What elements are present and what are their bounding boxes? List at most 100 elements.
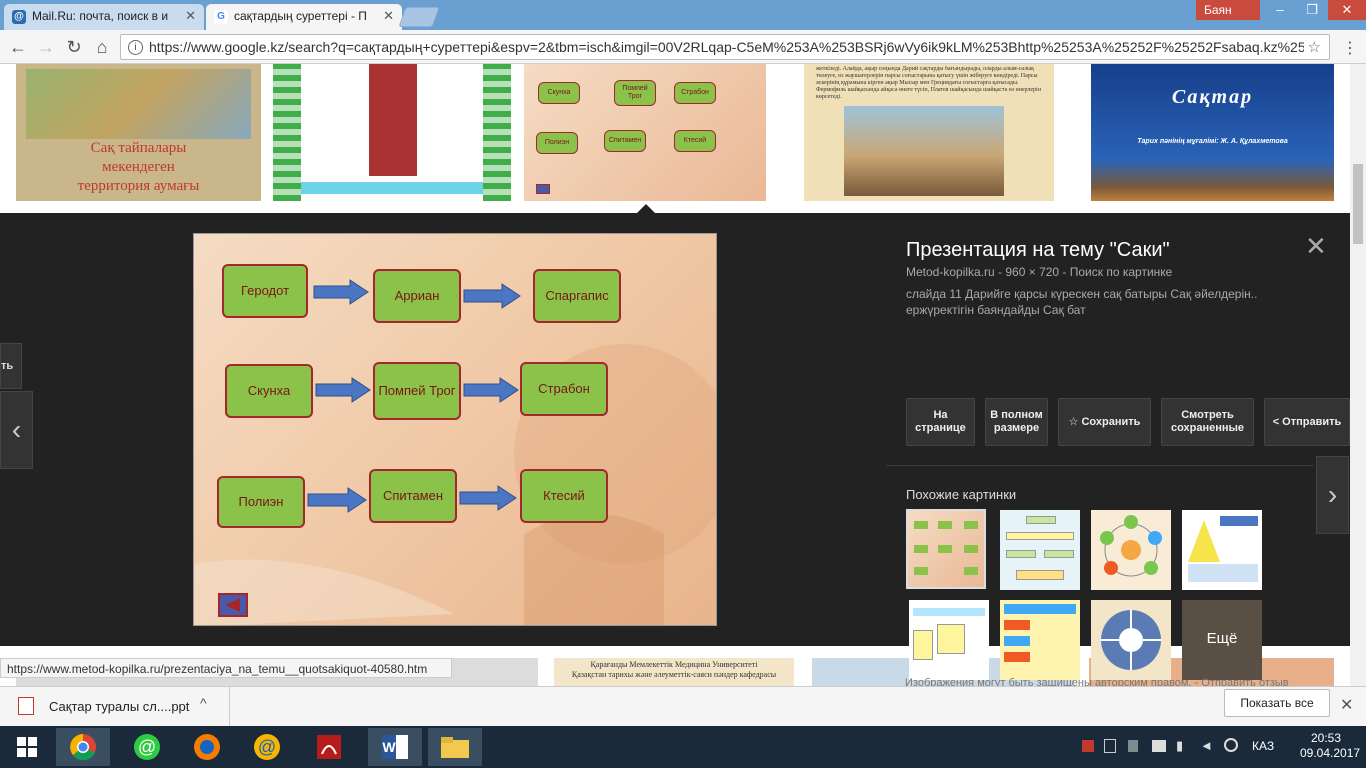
- bookmark-star-icon[interactable]: ☆: [1303, 38, 1321, 56]
- tray-usb-icon[interactable]: [1128, 740, 1138, 752]
- home-icon[interactable]: ⌂: [92, 37, 112, 57]
- close-icon[interactable]: ✕: [1305, 233, 1327, 259]
- thumb-shape: [1004, 652, 1030, 662]
- arrow-right-icon: [463, 377, 519, 403]
- preview-image[interactable]: Геродот Арриан Спаргапис Скунха Помпей Т…: [193, 233, 717, 626]
- google-favicon-icon: G: [214, 10, 228, 24]
- thumb-shape: [964, 567, 978, 575]
- similar-thumb[interactable]: [906, 509, 986, 589]
- thumb-slide-node: Спитамен: [604, 130, 646, 152]
- result-thumb-riders[interactable]: жеткізеді. Алайда, ақыр соңында Дарий са…: [804, 64, 1054, 201]
- thumb-slide-node: Ктесий: [674, 130, 716, 152]
- triangle-diagram: [1188, 516, 1258, 582]
- svg-text:W: W: [382, 739, 396, 755]
- chevron-right-icon: ›: [1327, 479, 1338, 510]
- windows-start-icon[interactable]: [0, 728, 54, 766]
- slide-node-spargapis: Спаргапис: [533, 269, 621, 323]
- result-thumb-saktar[interactable]: Сақтар Тарих пәнінің мұғалімі: Ж. А. Құл…: [1091, 64, 1334, 201]
- info-icon[interactable]: i: [128, 40, 143, 55]
- pdf-reader-icon[interactable]: [302, 728, 356, 766]
- show-all-downloads-button[interactable]: Показать все: [1224, 689, 1330, 717]
- feedback-link[interactable]: Отправить отзыв: [1201, 677, 1288, 686]
- thumb-shape: [913, 608, 985, 616]
- save-button[interactable]: ☆ Сохранить: [1058, 398, 1151, 446]
- minimize-icon[interactable]: –: [1264, 0, 1296, 20]
- chevron-up-icon[interactable]: ^: [200, 695, 207, 711]
- tray-battery-icon[interactable]: [1152, 740, 1166, 752]
- close-tab-icon[interactable]: ✕: [383, 8, 394, 24]
- tray-shield-icon[interactable]: [1082, 740, 1094, 752]
- thumb-shape: [964, 521, 978, 529]
- chrome-icon[interactable]: [56, 728, 110, 766]
- status-url-bubble: https://www.metod-kopilka.ru/prezentaciy…: [0, 658, 452, 678]
- address-bar[interactable]: i https://www.google.kz/search?q=сақтард…: [120, 34, 1330, 60]
- mailru-icon[interactable]: @: [240, 728, 294, 766]
- thumb-shape: [938, 545, 952, 553]
- thumb-shape: [913, 630, 933, 660]
- more-images-tile[interactable]: Ещё: [1182, 600, 1262, 680]
- visit-page-button[interactable]: На странице: [906, 398, 975, 446]
- button-label: Сохранить: [1081, 415, 1141, 428]
- preview-title[interactable]: Презентация на тему "Саки": [906, 239, 1170, 262]
- profile-name: Баян: [1204, 3, 1232, 17]
- download-item[interactable]: Сақтар туралы сл....ppt ^: [0, 687, 230, 727]
- cyan-bar: [301, 182, 483, 194]
- tab-google-images[interactable]: G сақтардың суреттері - П ✕: [206, 4, 402, 30]
- back-triangle-icon: [218, 593, 248, 617]
- tray-volume-icon[interactable]: ◄: [1200, 738, 1213, 753]
- next-image-button[interactable]: ›: [1316, 456, 1349, 534]
- reload-icon[interactable]: ↻: [64, 37, 84, 57]
- slide-node-skunha: Скунха: [225, 364, 313, 418]
- language-indicator[interactable]: КАЗ: [1252, 739, 1274, 753]
- partial-button[interactable]: ть: [0, 343, 22, 389]
- similar-thumb[interactable]: [909, 600, 989, 680]
- tab-mailru[interactable]: @ Mail.Ru: почта, поиск в и ✕: [4, 4, 204, 30]
- similar-thumb[interactable]: [1182, 510, 1262, 590]
- new-tab-button[interactable]: [398, 7, 440, 27]
- tray-language-bar-icon[interactable]: [1104, 739, 1116, 753]
- close-icon[interactable]: ✕: [1340, 695, 1353, 715]
- result-thumb-warrior[interactable]: [273, 64, 511, 201]
- windows-taskbar: @ @ W ▮ ◄ КАЗ 20:53 09.04.2017: [0, 726, 1366, 768]
- thumb-caption-line: территория аумағы: [77, 178, 200, 194]
- full-size-button[interactable]: В полном размере: [985, 398, 1048, 446]
- firefox-icon[interactable]: [180, 728, 234, 766]
- word-icon[interactable]: W: [368, 728, 422, 766]
- scrollbar[interactable]: [1350, 64, 1366, 686]
- slide-node-arrian: Арриан: [373, 269, 461, 323]
- profile-button[interactable]: Баян: [1196, 0, 1260, 20]
- riders-image: [844, 106, 1004, 196]
- similar-thumb[interactable]: [1000, 510, 1080, 590]
- status-url-text: https://www.metod-kopilka.ru/prezentaciy…: [7, 662, 428, 676]
- mail-agent-icon[interactable]: @: [120, 728, 174, 766]
- back-arrow-icon[interactable]: ←: [8, 37, 28, 57]
- button-label: В полном размере: [990, 409, 1043, 434]
- ornament-border: [483, 64, 511, 201]
- close-tab-icon[interactable]: ✕: [185, 8, 196, 24]
- forward-arrow-icon[interactable]: →: [36, 37, 56, 57]
- prev-image-button[interactable]: ‹: [0, 391, 33, 469]
- slide-node-strabo: Страбон: [520, 362, 608, 416]
- close-window-icon[interactable]: ✕: [1328, 0, 1366, 20]
- restore-icon[interactable]: ❐: [1296, 0, 1328, 20]
- scrollbar-thumb[interactable]: [1353, 164, 1363, 244]
- thumb-shape: [1044, 550, 1074, 558]
- similar-thumb[interactable]: [1091, 600, 1171, 680]
- thumb-text: Қазақстан тарихы және әлеуметтік-саяси п…: [571, 670, 777, 679]
- view-saved-button[interactable]: Смотреть сохраненные: [1161, 398, 1254, 446]
- svg-text:@: @: [258, 737, 276, 757]
- explorer-folder-icon[interactable]: [428, 728, 482, 766]
- similar-thumb[interactable]: [1000, 600, 1080, 680]
- back-arrow-icon: [536, 184, 550, 194]
- tray-onedrive-icon[interactable]: [1224, 738, 1238, 752]
- share-button[interactable]: < Отправить: [1264, 398, 1350, 446]
- similar-thumb[interactable]: [1091, 510, 1171, 590]
- ornament-border: [273, 64, 301, 201]
- thumb-shape: [1004, 604, 1076, 614]
- result-thumb-slide[interactable]: Скунха Помпей Трог Страбон Полиэн Спитам…: [524, 64, 766, 201]
- menu-icon[interactable]: ⋮: [1342, 38, 1358, 58]
- tray-network-icon[interactable]: ▮: [1176, 738, 1183, 754]
- result-thumb-partial[interactable]: Қарағанды Мемлекеттік Медицина Университ…: [554, 658, 794, 686]
- system-clock[interactable]: 20:53 09.04.2017: [1300, 731, 1360, 761]
- result-thumb-map[interactable]: Сақ тайпалары мекендеген территория аума…: [16, 64, 261, 201]
